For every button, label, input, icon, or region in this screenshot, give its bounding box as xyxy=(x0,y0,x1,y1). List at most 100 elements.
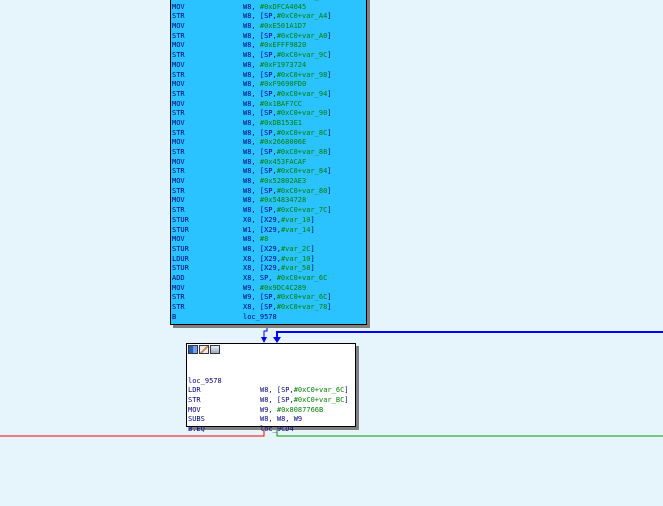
code-block-main[interactable]: STRW8, [SP,#0xC0+var_A8]MOVW8, #0xDFCA40… xyxy=(170,0,367,325)
operand-text: W8, xyxy=(243,80,260,89)
operand-text: ] xyxy=(327,186,332,195)
operand-text: ] xyxy=(327,206,332,215)
instruction-operands: X0, [X29,#var_10] xyxy=(243,216,315,226)
instruction-mnemonic: MOV xyxy=(172,99,185,108)
code-line[interactable]: STR W8, [SP,#0xC0+var_90] xyxy=(171,109,366,119)
code-line[interactable]: STR W8, [SP,#0xC0+var_9C] xyxy=(171,51,366,61)
operand-constant: #0x8087766B xyxy=(276,405,324,414)
code-line[interactable]: STR W8, [SP,#0xC0+var_84] xyxy=(171,167,366,177)
code-line[interactable]: Bloc_9578 xyxy=(171,313,366,323)
instruction-operands: W8, #0x1BAF7CC xyxy=(243,100,302,110)
instruction-mnemonic: STR xyxy=(172,128,185,137)
code-line[interactable]: STUR W8, [X29,#var_2C] xyxy=(171,245,366,255)
operand-constant: #var_58 xyxy=(280,264,311,273)
code-line[interactable]: MOV W8, #0x52802AE3 xyxy=(171,177,366,187)
code-line[interactable]: STR W8, [SP,#0xC0+var_A0] xyxy=(171,32,366,42)
code-line[interactable]: STR W8, [SP,#0xC0+var_7C] xyxy=(171,206,366,216)
operand-text: W8, xyxy=(243,157,260,166)
code-line[interactable]: MOV W8, #8 xyxy=(171,235,366,245)
instruction-operands: W8, [SP,#0xC0+var_BC] xyxy=(260,396,349,406)
instruction-operands: W8, #0xEFFF9820 xyxy=(243,41,306,51)
operand-text: W8, [SP, xyxy=(243,148,277,156)
code-line[interactable]: MOV W8, #0xE501A1D7 xyxy=(171,22,366,32)
operand-text: W8, [SP, xyxy=(243,89,277,98)
code-line[interactable]: MOV W8, #0x1BAF7CC xyxy=(171,100,366,110)
code-line[interactable]: MOV W8, #0xDB153E1 xyxy=(171,119,366,129)
code-line[interactable]: B.EQ loc_9CD4 xyxy=(187,425,355,435)
code-label[interactable]: loc_9578 xyxy=(188,377,222,387)
code-line[interactable]: ADD X8, SP, #0xC0+var_6C xyxy=(171,274,366,284)
block-header-toolbar xyxy=(188,345,220,354)
color-block-icon[interactable] xyxy=(188,345,198,354)
operand-text: W8, [SP, xyxy=(243,128,277,137)
code-block-loc-9578[interactable]: loc_9578 LDR W8, [SP,#0xC0+var_6C] STR W8, … xyxy=(186,343,356,433)
edge-main-to-loc[interactable] xyxy=(263,325,268,339)
instruction-mnemonic: STR xyxy=(172,109,185,118)
operand-constant: #0x54834728 xyxy=(259,196,307,205)
code-line[interactable]: STR W8, [SP,#0xC0+var_A4] xyxy=(171,12,366,22)
code-line[interactable]: STR X8, [SP,#0xC0+var_78] xyxy=(171,303,366,313)
operand-text: W8, [SP, xyxy=(260,386,294,395)
code-line[interactable]: STR W8, [SP,#0xC0+var_BC] xyxy=(187,396,355,406)
code-line[interactable]: LDR W8, [SP,#0xC0+var_6C] xyxy=(187,386,355,396)
operand-text: W8, [SP, xyxy=(243,12,277,21)
code-line[interactable]: MOV W8, #0xDFCA4045 xyxy=(171,3,366,13)
code-line[interactable]: STUR X8, [X29,#var_58] xyxy=(171,264,366,274)
instruction-mnemonic: MOV xyxy=(172,196,185,205)
instruction-mnemonic: STUR xyxy=(172,244,189,253)
operand-constant: #var_2C xyxy=(280,244,311,253)
operand-text: X0, [X29, xyxy=(243,215,281,224)
instruction-operands: W8, #0xF9690FD0 xyxy=(243,80,306,90)
instruction-mnemonic: STR xyxy=(172,167,185,176)
instruction-operands: W8, #0xDFCA4045 xyxy=(243,3,306,13)
code-line[interactable]: MOV W8, #0xEFFF9820 xyxy=(171,41,366,51)
code-line[interactable]: MOV W8, #0xF9690FD0 xyxy=(171,80,366,90)
operand-constant: #0xC0+var_94 xyxy=(276,89,328,98)
operand-constant: #0x453FACAF xyxy=(259,157,307,166)
instruction-mnemonic: MOV xyxy=(172,235,185,244)
instruction-mnemonic: MOV xyxy=(172,138,185,147)
code-line[interactable]: SUBS W8, W8, W9 xyxy=(187,415,355,425)
code-line[interactable]: STR W9, [SP,#0xC0+var_6C] xyxy=(171,293,366,303)
code-line[interactable]: MOV W9, #0x9DC4C289 xyxy=(171,284,366,294)
operand-text: W9, xyxy=(260,405,277,414)
instruction-operands: W8, [SP,#0xC0+var_A0] xyxy=(243,32,332,42)
instruction-operands: W8, [SP,#0xC0+var_6C] xyxy=(260,386,349,396)
code-line[interactable]: STUR X0, [X29,#var_10] xyxy=(171,216,366,226)
code-line[interactable]: STR W8, [SP,#0xC0+var_80] xyxy=(171,187,366,197)
code-line[interactable]: MOV W8, #0x453FACAF xyxy=(171,158,366,168)
instruction-operands: W8, #0x453FACAF xyxy=(243,158,306,168)
code-line[interactable]: STR W8, [SP,#0xC0+var_8C] xyxy=(171,129,366,139)
code-line[interactable]: MOV W9, #0x8087766B xyxy=(187,406,355,416)
code-line[interactable]: LDUR X8, [X29,#var_10] xyxy=(171,255,366,265)
instruction-mnemonic: STUR xyxy=(172,264,189,273)
instruction-operands: W8, [SP,#0xC0+var_90] xyxy=(243,109,332,119)
operand-constant: #8 xyxy=(259,235,269,244)
operand-text: W8, xyxy=(243,177,260,186)
edge-loop-back[interactable] xyxy=(276,331,663,339)
group-nodes-icon[interactable] xyxy=(210,345,220,354)
operand-text: W9, xyxy=(243,283,260,292)
code-line[interactable]: STR W8, [SP,#0xC0+var_88] xyxy=(171,148,366,158)
instruction-mnemonic: STR xyxy=(172,89,185,98)
edit-node-icon[interactable] xyxy=(199,345,209,354)
operand-text: W8, [SP, xyxy=(243,31,277,40)
instruction-operands: X8, [SP,#0xC0+var_78] xyxy=(243,303,332,313)
code-line[interactable]: MOV W8, #0xF1973724 xyxy=(171,61,366,71)
code-line[interactable]: STR W8, [SP,#0xC0+var_94] xyxy=(171,90,366,100)
flow-graph-canvas[interactable]: STRW8, [SP,#0xC0+var_A8]MOVW8, #0xDFCA40… xyxy=(0,0,663,506)
code-line[interactable]: MOV W8, #0x54834728 xyxy=(171,196,366,206)
instruction-operands: W9, #0x8087766B xyxy=(260,406,323,416)
instruction-operands: W8, [SP,#0xC0+var_A4] xyxy=(243,12,332,22)
instruction-mnemonic: MOV xyxy=(172,118,185,127)
operand-constant: #0xF9690FD0 xyxy=(259,80,307,89)
operand-constant: #0xC0+var_6C xyxy=(276,293,328,302)
code-line[interactable]: MOV W8, #0x2668006E xyxy=(171,138,366,148)
code-line[interactable]: STUR W1, [X29,#var_14] xyxy=(171,226,366,236)
operand-text: W8, [SP, xyxy=(243,51,277,60)
instruction-operands: W8, #0xF1973724 xyxy=(243,61,306,71)
code-line[interactable]: STR W8, [SP,#0xC0+var_98] xyxy=(171,71,366,81)
instruction-mnemonic: STR xyxy=(188,396,201,405)
operand-text: ] xyxy=(327,293,332,302)
instruction-mnemonic: STR xyxy=(172,303,185,311)
